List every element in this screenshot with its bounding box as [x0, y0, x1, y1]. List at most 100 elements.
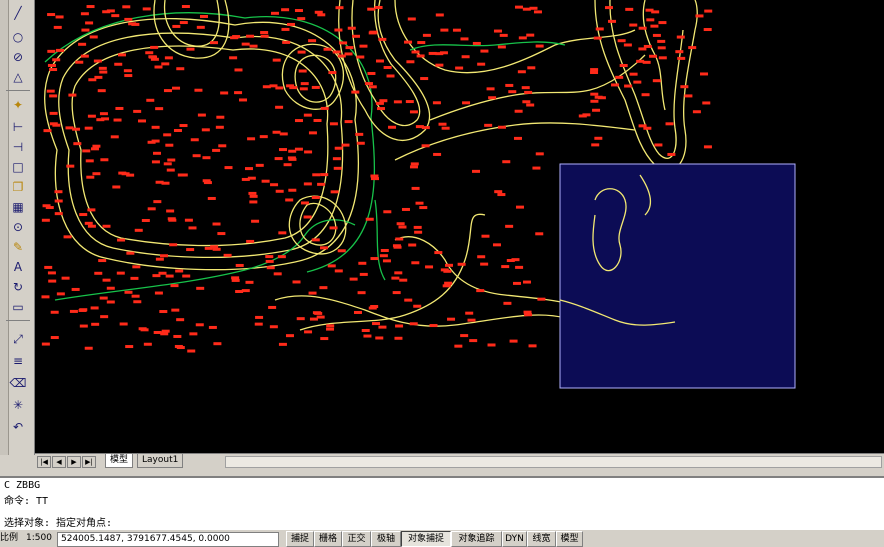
- status-toggle-button[interactable]: 正交: [342, 531, 371, 547]
- survey-point: [469, 339, 478, 343]
- copy-icon[interactable]: ❐: [9, 178, 27, 196]
- drawing-canvas[interactable]: [35, 0, 884, 453]
- survey-point: [597, 96, 606, 100]
- survey-point: [320, 337, 329, 341]
- survey-point: [416, 54, 425, 58]
- draw-line-icon[interactable]: ╱: [9, 4, 27, 22]
- survey-point: [163, 133, 172, 137]
- survey-point: [224, 166, 233, 170]
- status-toggle-button[interactable]: 捕捉: [286, 531, 314, 547]
- ortho-snap-icon[interactable]: ✦: [9, 96, 27, 114]
- status-toggle-button[interactable]: DYN: [502, 531, 527, 547]
- survey-point: [335, 6, 344, 10]
- survey-point: [63, 235, 72, 239]
- survey-point: [161, 181, 170, 185]
- survey-point: [153, 330, 162, 334]
- undo-icon[interactable]: ↶: [9, 418, 27, 436]
- scale-icon[interactable]: ⤢: [9, 330, 27, 348]
- survey-point: [167, 158, 176, 162]
- survey-point: [79, 324, 88, 328]
- survey-point: [625, 7, 634, 11]
- survey-point: [368, 306, 377, 310]
- pencil-icon[interactable]: ✎: [9, 238, 27, 256]
- dim-aligned-icon[interactable]: ⊣: [9, 138, 27, 156]
- coordinate-readout: 524005.1487, 3791677.4545, 0.0000: [57, 532, 279, 547]
- dim-linear-icon[interactable]: ⊢: [9, 118, 27, 136]
- scale-value[interactable]: 1:500: [26, 532, 52, 545]
- survey-point: [615, 75, 624, 79]
- survey-point: [702, 101, 711, 105]
- last-tab-button[interactable]: ▶|: [82, 456, 96, 468]
- status-toggle-button[interactable]: 模型: [556, 531, 583, 547]
- survey-point: [695, 14, 704, 18]
- survey-point: [131, 22, 140, 26]
- survey-point: [141, 218, 150, 222]
- next-tab-button[interactable]: ▶: [67, 456, 81, 468]
- circle-icon[interactable]: ○: [9, 28, 27, 46]
- survey-point: [207, 196, 216, 200]
- layer-icon[interactable]: ≡: [9, 352, 27, 370]
- survey-point: [55, 48, 64, 52]
- survey-point: [84, 346, 93, 350]
- tab-layout1[interactable]: Layout1: [137, 454, 184, 468]
- survey-point: [422, 33, 431, 37]
- survey-point: [102, 278, 111, 282]
- erase-icon[interactable]: ⌫: [9, 374, 27, 392]
- survey-point: [368, 85, 377, 89]
- explode-icon[interactable]: ✳: [9, 396, 27, 414]
- survey-point: [505, 224, 514, 228]
- text-a-icon[interactable]: A: [9, 258, 27, 276]
- survey-point: [54, 212, 63, 216]
- horizontal-scrollbar[interactable]: [225, 456, 882, 468]
- status-toggle-button[interactable]: 对象捕捉: [401, 531, 451, 547]
- survey-point: [303, 215, 312, 219]
- tab-model[interactable]: 模型: [105, 454, 134, 468]
- survey-point: [428, 51, 437, 55]
- node-icon[interactable]: ⊙: [9, 218, 27, 236]
- survey-point: [73, 142, 82, 146]
- prev-tab-button[interactable]: ◀: [52, 456, 66, 468]
- survey-point: [94, 271, 103, 275]
- survey-point: [173, 128, 182, 132]
- status-toggle-button[interactable]: 极轴: [371, 531, 401, 547]
- survey-point: [319, 286, 328, 290]
- contour-line: [609, 0, 684, 160]
- survey-point: [688, 46, 697, 50]
- no-entry-icon[interactable]: ⊘: [9, 48, 27, 66]
- survey-point: [624, 84, 633, 88]
- survey-point: [413, 225, 422, 229]
- block-icon[interactable]: ▭: [9, 298, 27, 316]
- square-icon[interactable]: □: [9, 158, 27, 176]
- survey-point: [444, 281, 453, 285]
- triangle-icon[interactable]: △: [9, 68, 27, 86]
- command-window[interactable]: C ZBBG 命令: TT 选择对象: 指定对角点:: [0, 476, 884, 530]
- survey-point: [134, 228, 143, 232]
- survey-point: [633, 80, 642, 84]
- survey-point: [99, 70, 108, 74]
- survey-point: [484, 123, 493, 127]
- status-toggle-button[interactable]: 对象追踪: [451, 531, 502, 547]
- survey-point: [170, 284, 179, 288]
- status-toggle-button[interactable]: 栅格: [314, 531, 342, 547]
- survey-point: [345, 46, 354, 50]
- survey-point: [174, 344, 183, 348]
- command-prompt[interactable]: 选择对象: 指定对角点:: [4, 514, 112, 529]
- survey-point: [229, 56, 238, 60]
- survey-point: [47, 49, 56, 53]
- survey-point: [440, 28, 449, 32]
- survey-point: [246, 34, 255, 38]
- survey-point: [524, 90, 533, 94]
- status-toggle-button[interactable]: 线宽: [527, 531, 556, 547]
- survey-point: [220, 91, 229, 95]
- survey-point: [521, 86, 530, 90]
- first-tab-button[interactable]: |◀: [37, 456, 51, 468]
- rotate-icon[interactable]: ↻: [9, 278, 27, 296]
- survey-point: [116, 271, 125, 275]
- survey-point: [404, 40, 413, 44]
- survey-point: [197, 113, 206, 117]
- hatch-icon[interactable]: ▦: [9, 198, 27, 216]
- survey-point: [93, 59, 102, 63]
- survey-point: [86, 175, 95, 179]
- survey-point: [239, 98, 248, 102]
- survey-point: [102, 10, 111, 14]
